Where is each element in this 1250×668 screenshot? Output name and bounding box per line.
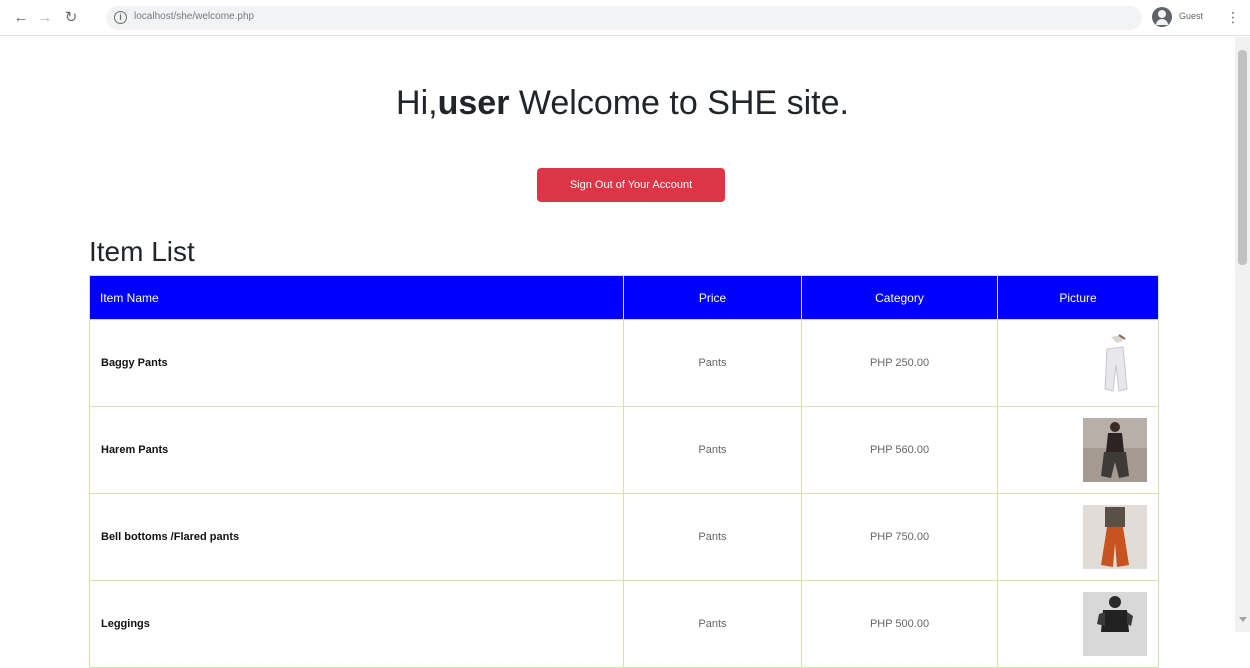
harem-pants-image: [1083, 418, 1147, 482]
price-cell: Pants: [623, 493, 802, 581]
item-name-cell: Leggings: [89, 580, 624, 668]
profile-label: Guest: [1179, 11, 1204, 21]
column-header-picture: Picture: [997, 275, 1159, 320]
table-row: Baggy Pants Pants PHP 250.00: [89, 319, 1159, 407]
price-cell: Pants: [623, 406, 802, 494]
column-header-category: Category: [801, 275, 998, 320]
picture-cell: [997, 493, 1159, 581]
table-row: Bell bottoms /Flared pants Pants PHP 750…: [89, 493, 1159, 581]
vertical-scrollbar[interactable]: [1235, 37, 1250, 632]
price-cell: Pants: [623, 580, 802, 668]
item-name-cell: Baggy Pants: [89, 319, 624, 407]
category-cell: PHP 250.00: [801, 319, 998, 407]
back-arrow-icon[interactable]: ←: [11, 8, 31, 28]
column-header-price: Price: [623, 275, 802, 320]
item-list-heading: Item List: [89, 236, 195, 267]
page-title: Hi,user Welcome to SHE site.: [0, 84, 1245, 123]
table-row: Leggings Pants PHP 500.00: [89, 580, 1159, 668]
column-header-item-name: Item Name: [89, 275, 624, 320]
browser-toolbar: ← → ↻ i localhost/she/welcome.php Guest …: [0, 0, 1250, 36]
category-cell: PHP 750.00: [801, 493, 998, 581]
greeting-prefix: Hi,: [396, 84, 438, 122]
info-icon[interactable]: i: [114, 11, 127, 24]
address-bar[interactable]: i localhost/she/welcome.php: [106, 6, 1142, 30]
item-table: Item Name Price Category Picture Baggy P…: [89, 275, 1159, 668]
url-text[interactable]: localhost/she/welcome.php: [134, 11, 254, 22]
category-cell: PHP 500.00: [801, 580, 998, 668]
picture-cell: [997, 406, 1159, 494]
account-circle-icon: [1152, 7, 1172, 27]
flared-pants-image: [1083, 505, 1147, 569]
username: user: [437, 84, 510, 122]
leggings-image: [1083, 592, 1147, 656]
baggy-pants-image: [1083, 331, 1147, 395]
category-cell: PHP 560.00: [801, 406, 998, 494]
reload-icon[interactable]: ↻: [61, 8, 81, 28]
greeting-suffix: Welcome to SHE site.: [509, 84, 849, 122]
item-name-cell: Harem Pants: [89, 406, 624, 494]
picture-cell: [997, 580, 1159, 668]
more-vert-icon[interactable]: ⋮: [1226, 8, 1240, 26]
scroll-down-arrow-icon[interactable]: [1239, 617, 1247, 622]
item-name-cell: Bell bottoms /Flared pants: [89, 493, 624, 581]
table-row: Harem Pants Pants PHP 560.00: [89, 406, 1159, 494]
sign-out-button[interactable]: Sign Out of Your Account: [537, 168, 725, 202]
picture-cell: [997, 319, 1159, 407]
price-cell: Pants: [623, 319, 802, 407]
table-header-row: Item Name Price Category Picture: [89, 275, 1159, 320]
scrollbar-thumb[interactable]: [1238, 50, 1247, 265]
forward-arrow-icon[interactable]: →: [35, 8, 55, 28]
